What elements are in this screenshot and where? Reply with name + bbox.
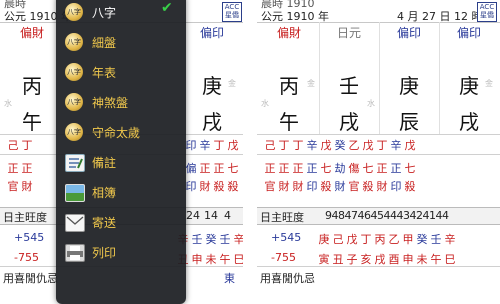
minus-score: -755 [271, 251, 296, 264]
acc-logo-badge: ACC 星僑 [477, 2, 497, 22]
strength-value: 24 [186, 209, 200, 222]
menu-item-label: 備註 [92, 156, 117, 170]
strength-value: 14 [204, 209, 218, 222]
menu-item-label: 列印 [92, 246, 117, 260]
bazi-icon: 八字 [65, 33, 83, 51]
menu-item-label: 八字 [92, 6, 117, 20]
checkmark-icon: ✔ [161, 0, 173, 16]
heavenly-stem-day: 庚 [399, 74, 419, 98]
menu-item-send[interactable]: 寄送 [56, 208, 186, 238]
ten-god-day: 偏印 [396, 26, 421, 40]
plus-score: +545 [14, 231, 45, 244]
earthly-branch-year: 午 [279, 110, 299, 134]
bazi-icon: 八字 [65, 93, 83, 111]
menu-item-shensha-chart[interactable]: 八字 神煞盤 [56, 88, 186, 118]
menu-item-label: 寄送 [92, 216, 117, 230]
minus-score: -755 [14, 251, 39, 264]
strength-label: 日主旺度 [260, 211, 304, 224]
hidden-stems-row: 己丁丁辛戊癸乙戊丁辛戊 [264, 139, 416, 152]
envelope-icon [65, 214, 85, 232]
menu-item-bazi[interactable]: 八字 八字 ✔ [56, 0, 186, 28]
earthly-branch-year: 午 [22, 110, 42, 134]
hidden-stems-row: 印辛丁戊 [185, 139, 239, 152]
divider [257, 154, 500, 155]
chart-options-menu: 八字 八字 ✔ 八字 細盤 八字 年表 八字 神煞盤 八字 守命太歲 備註 相簿… [56, 0, 186, 304]
heavenly-stem-hour: 庚 [459, 74, 479, 98]
menu-item-album[interactable]: 相簿 [56, 178, 186, 208]
day-master-strength-bar: 日主旺度 9484746454443424144 [257, 207, 500, 225]
luck-stems-row: 辛壬癸壬辛 [178, 233, 244, 246]
day-master-label: 日元 [336, 26, 361, 40]
chart-header: 晨時 1910 公元 1910 年 4 月 27 日 12 時 ACC 星僑 [257, 0, 500, 23]
luck-branches-row: 寅丑子亥戌酉申未午巳 [318, 253, 456, 266]
hidden-stems-row: 己丁 [7, 139, 33, 152]
bazi-icon: 八字 [65, 123, 83, 141]
menu-item-yearly-table[interactable]: 八字 年表 [56, 58, 186, 88]
panel-gap [243, 0, 257, 300]
strength-values: 9484746454443424144 [325, 209, 449, 222]
hidden-gods-row: 正正正正七劫傷七正正七 [264, 162, 416, 175]
heavenly-stem-year: 丙 [279, 74, 299, 98]
menu-item-label: 細盤 [92, 36, 117, 50]
footer-label: 用喜閒仇忌 [3, 272, 58, 285]
acc-logo-badge: ACC 星僑 [222, 2, 242, 22]
ten-god-year: 偏財 [276, 26, 301, 40]
divider [257, 134, 500, 135]
divider [257, 266, 500, 267]
luck-stems-row: 庚己戊丁丙乙甲癸壬辛 [318, 233, 456, 246]
luck-branches-row: 丑申未午巳 [178, 253, 244, 266]
earthly-branch-month: 戌 [339, 110, 359, 134]
photo-album-icon [65, 184, 85, 202]
menu-item-guardian-taisui[interactable]: 八字 守命太歲 [56, 118, 186, 148]
hidden-gods-row: 正正 [7, 162, 33, 175]
hidden-gods-row: 印財殺殺 [185, 180, 239, 193]
printer-icon [65, 244, 85, 262]
menu-item-detail-chart[interactable]: 八字 細盤 [56, 28, 186, 58]
bazi-icon: 八字 [65, 63, 83, 81]
menu-item-label: 相簿 [92, 186, 117, 200]
footer-direction: 東 [224, 272, 235, 285]
strength-label: 日主旺度 [3, 211, 47, 224]
footer-label: 用喜閒仇忌 [260, 272, 315, 285]
hidden-gods-row: 偏正正七 [185, 162, 239, 175]
ten-god-hour: 偏印 [456, 26, 481, 40]
bazi-icon: 八字 [65, 3, 83, 21]
menu-item-label: 年表 [92, 66, 117, 80]
heavenly-stem-month: 壬 [339, 74, 359, 98]
menu-item-print[interactable]: 列印 [56, 238, 186, 268]
heavenly-stem-hour: 庚 [202, 74, 222, 98]
ten-god-hour: 偏印 [199, 26, 224, 40]
earthly-branch-day: 辰 [399, 110, 419, 134]
heavenly-stem-year: 丙 [22, 74, 42, 98]
hidden-gods-row: 官財財印殺財官殺財印殺 [264, 180, 416, 193]
earthly-branch-hour: 戌 [459, 110, 479, 134]
menu-item-label: 神煞盤 [92, 96, 129, 110]
hidden-gods-row: 官財 [7, 180, 33, 193]
earthly-branch-hour: 戌 [202, 110, 222, 134]
notes-icon [65, 154, 85, 172]
ten-god-year: 偏財 [19, 26, 44, 40]
menu-item-notes[interactable]: 備註 [56, 148, 186, 178]
right-chart-panel: 晨時 1910 公元 1910 年 4 月 27 日 12 時 ACC 星僑 偏… [257, 0, 500, 300]
menu-item-label: 守命太歲 [92, 126, 141, 140]
plus-score: +545 [271, 231, 302, 244]
strength-value: 4 [224, 209, 231, 222]
